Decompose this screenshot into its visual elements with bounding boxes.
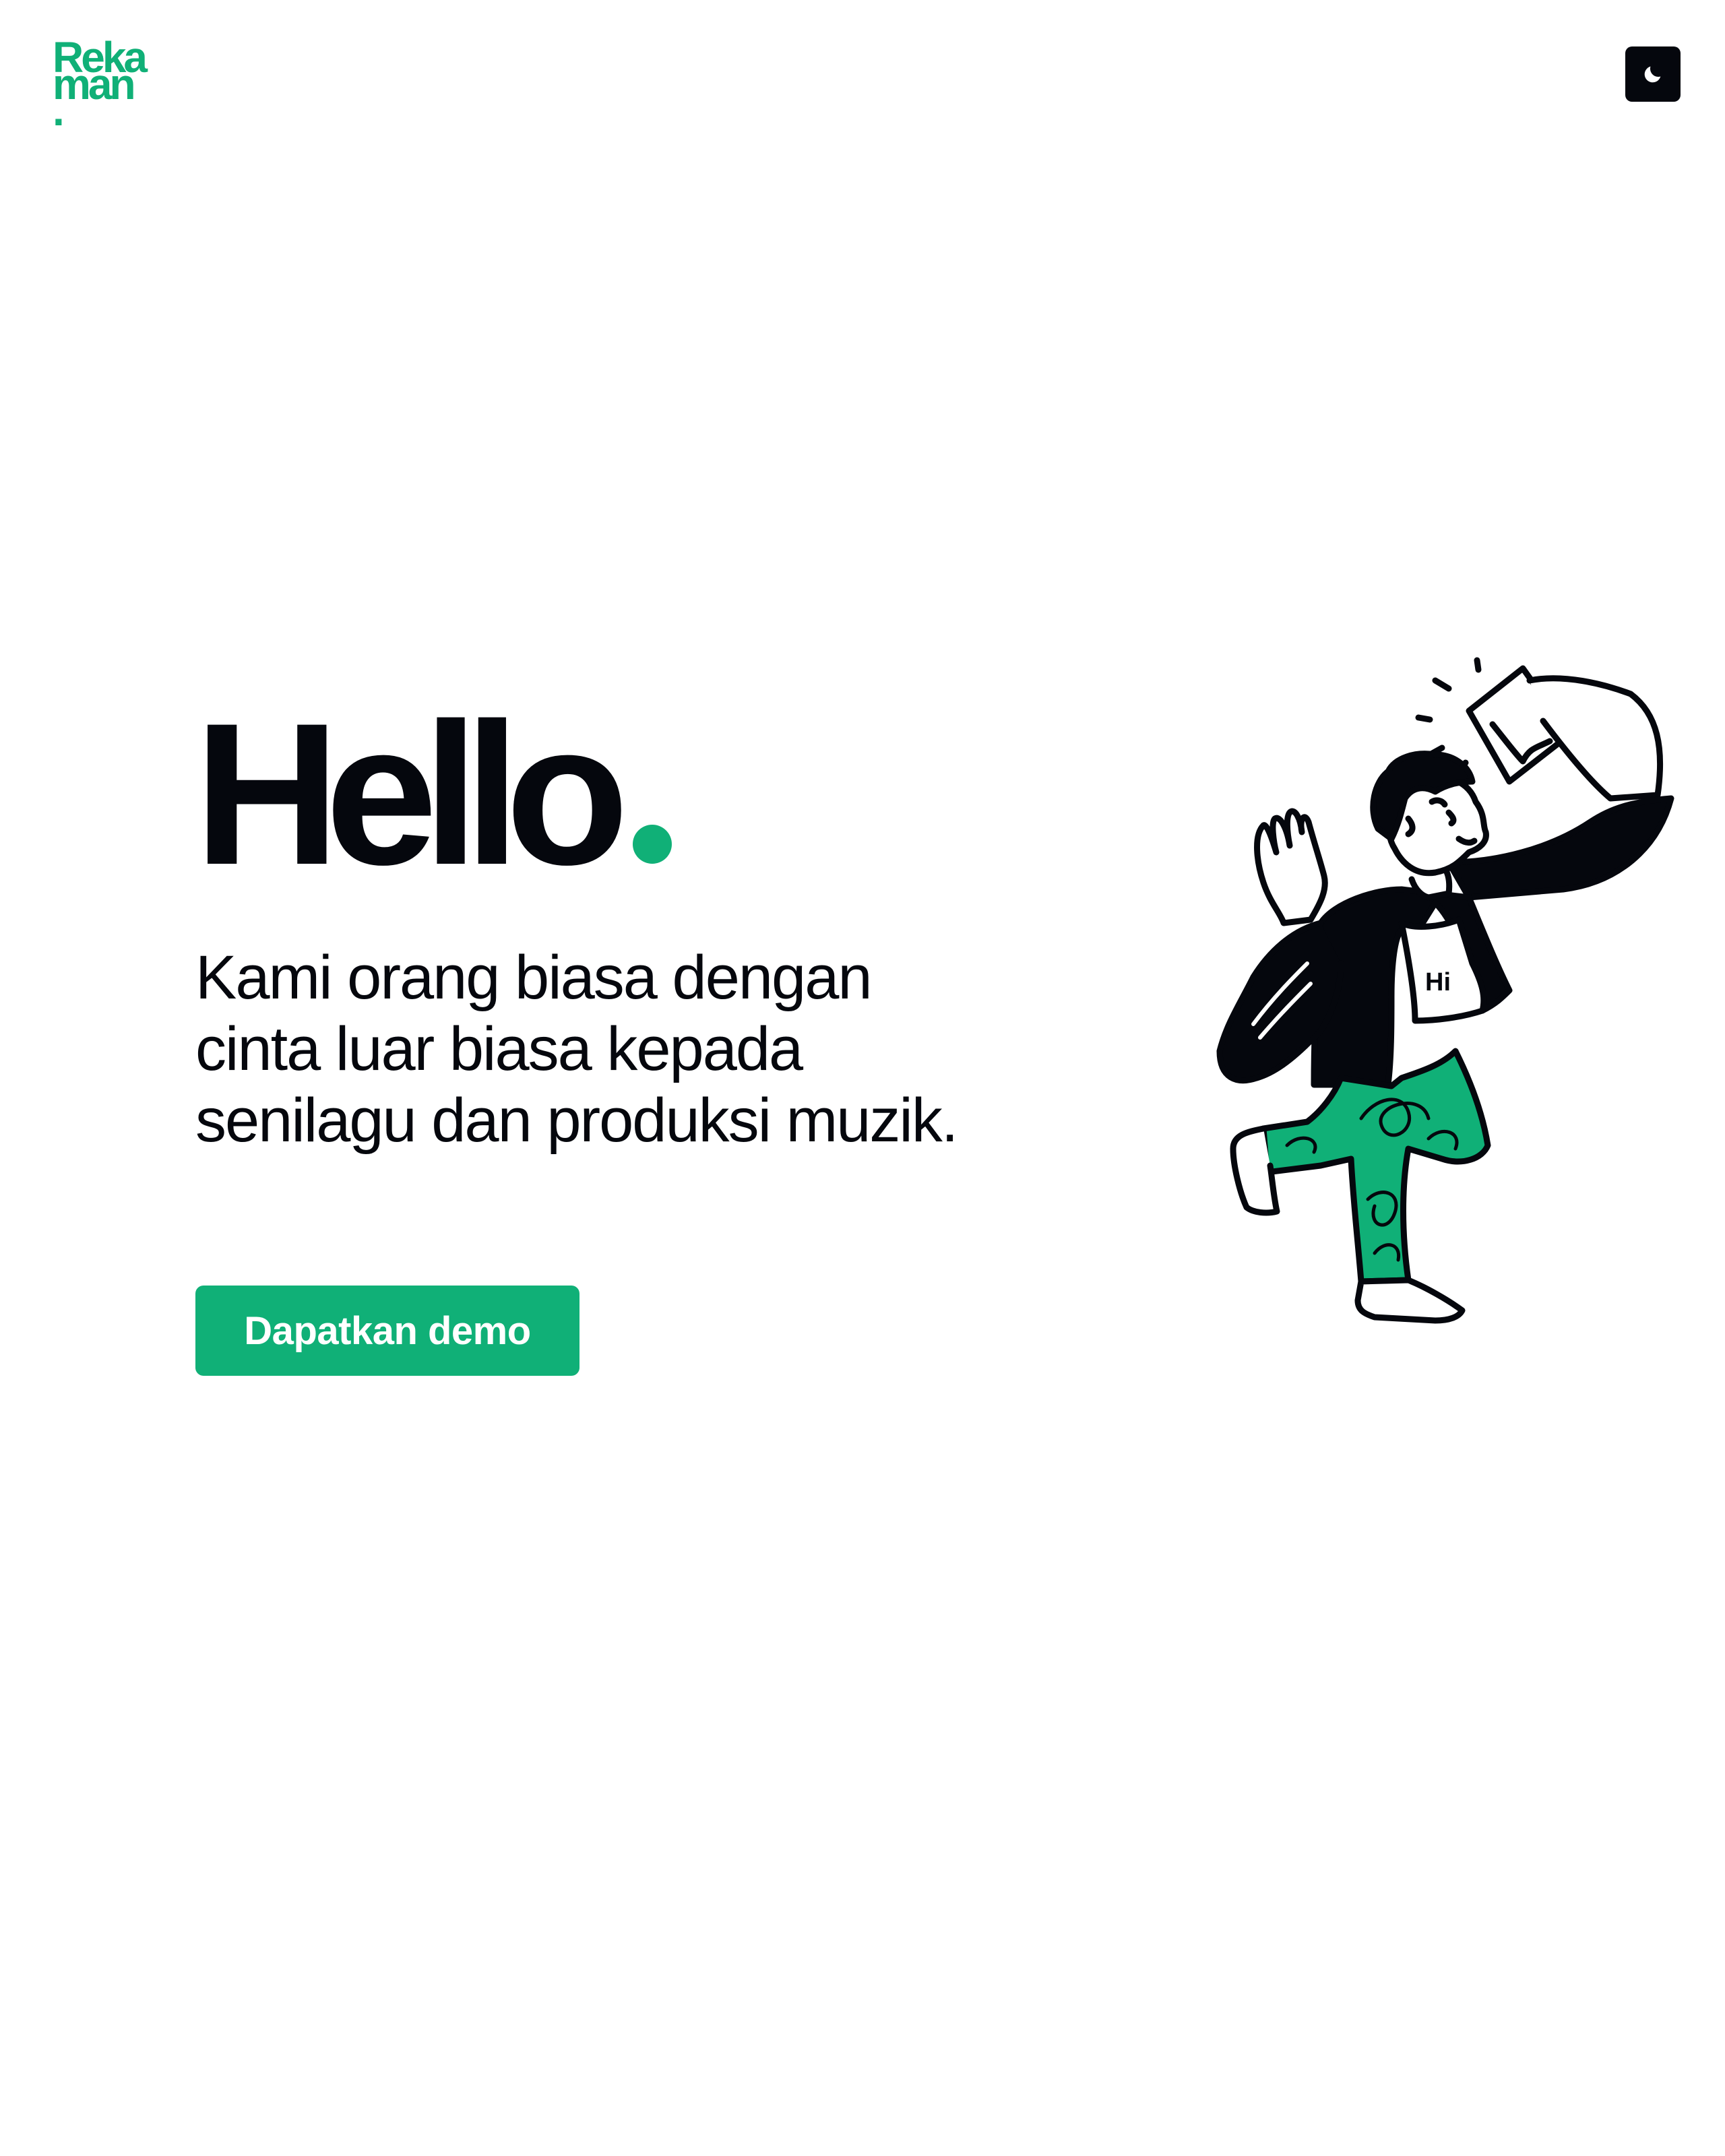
get-demo-button[interactable]: Dapatkan demo	[195, 1286, 579, 1376]
site-logo[interactable]: Reka man.	[53, 36, 167, 135]
moon-icon	[1644, 66, 1661, 83]
hero-description: Kami orang biasa dengan cinta luar biasa…	[195, 943, 958, 1155]
hero-title: Hello	[194, 693, 672, 895]
theme-toggle-button[interactable]	[1625, 46, 1681, 102]
landing-page: Reka man. Hello Kami orang biasa dengan …	[0, 0, 1725, 2156]
logo-line-2: man.	[53, 59, 136, 135]
shirt-text: Hi	[1425, 968, 1451, 996]
title-accent-dot	[633, 825, 672, 864]
person-selfie-illustration: Hi	[1216, 657, 1674, 1324]
